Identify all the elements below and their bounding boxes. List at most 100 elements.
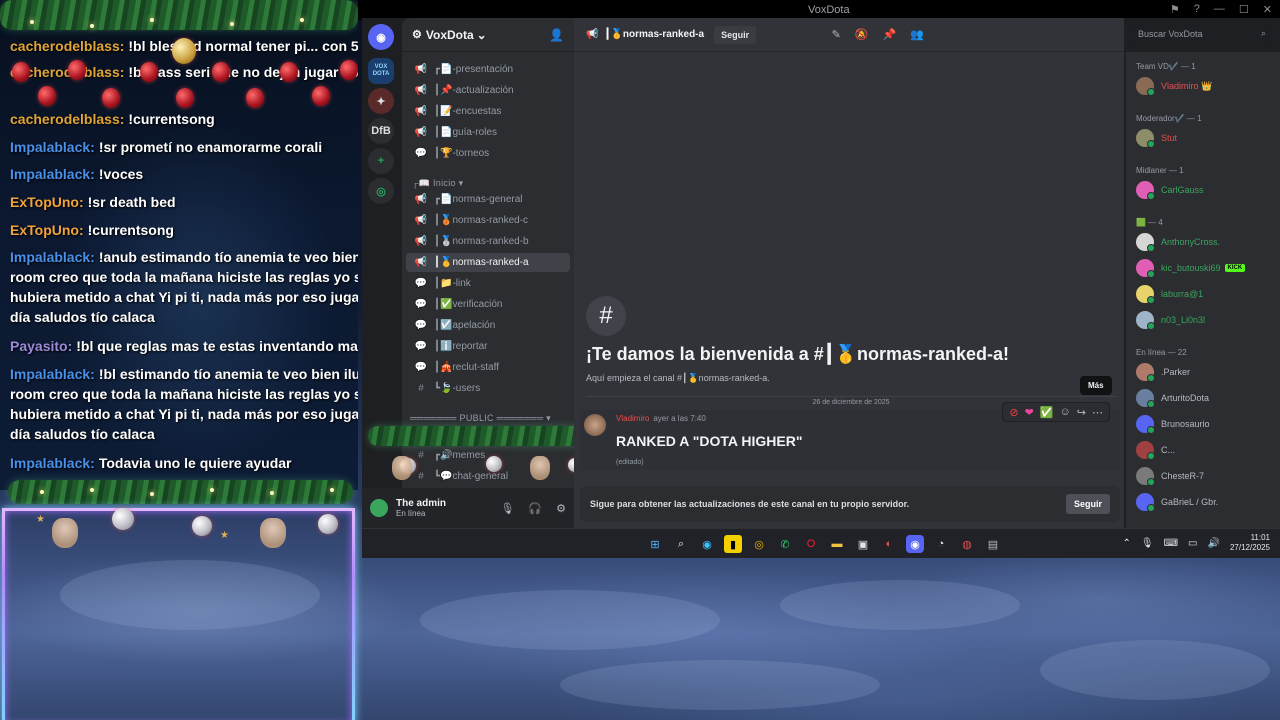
- category-public[interactable]: ═══════ PUBLIC ═══════ ▾: [410, 413, 551, 424]
- avatar[interactable]: [370, 499, 388, 517]
- minimize-icon[interactable]: —: [1214, 3, 1225, 16]
- edge-icon[interactable]: ◉: [698, 535, 716, 553]
- follow-button[interactable]: Seguir: [714, 25, 757, 44]
- channel-verificacion[interactable]: 💬 ┃✅verificación: [406, 295, 570, 314]
- volume-icon[interactable]: 🔊: [1208, 538, 1220, 549]
- ornament-icon: [68, 60, 86, 80]
- file-explorer-icon[interactable]: ▬: [828, 535, 846, 553]
- add-server-icon[interactable]: +: [368, 148, 394, 174]
- angel-icon: [530, 456, 550, 480]
- announcement-icon: 📢: [414, 85, 428, 96]
- channel-normas-ranked-c[interactable]: 📢 ┃🥉normas-ranked-c: [406, 211, 570, 230]
- announcement-icon: 📢: [586, 29, 599, 40]
- block-reaction-icon[interactable]: ⊘: [1009, 406, 1018, 419]
- channel-normas-general[interactable]: 📢 ┏📄normas-general: [406, 190, 570, 209]
- members-icon[interactable]: 👥: [910, 28, 924, 41]
- maximize-icon[interactable]: ☐: [1239, 3, 1249, 16]
- obs-icon[interactable]: ◔: [932, 535, 950, 553]
- store-icon[interactable]: ▣: [854, 535, 872, 553]
- clock[interactable]: 11:01 27/12/2025: [1230, 533, 1270, 553]
- member-item[interactable]: Vladimiro 👑: [1136, 76, 1212, 96]
- channel-guia-roles[interactable]: 📢 ┃📄guía-roles: [406, 123, 570, 142]
- chrome-icon[interactable]: ◎: [750, 535, 768, 553]
- follow-channel-button[interactable]: Seguir: [1065, 494, 1110, 514]
- member-item[interactable]: n03_Li0n3l: [1136, 310, 1205, 330]
- channel-presentacion[interactable]: 📢 ┏📄-presentación: [406, 60, 570, 79]
- member-item[interactable]: Stut: [1136, 128, 1177, 148]
- app-icon[interactable]: ▤: [984, 535, 1002, 553]
- invite-icon[interactable]: 👤: [549, 28, 564, 42]
- hashtag-icon: #: [418, 471, 424, 482]
- help-icon[interactable]: ?: [1194, 3, 1200, 16]
- member-item[interactable]: .Parker: [1136, 362, 1190, 382]
- keyboard-icon[interactable]: ⌨: [1164, 538, 1178, 549]
- chevron-down-icon: ⌄: [476, 27, 487, 42]
- microphone-icon[interactable]: 🎙: [1141, 538, 1154, 549]
- announcement-icon: 📢: [414, 194, 428, 205]
- gear-icon[interactable]: ⚙: [556, 502, 566, 515]
- mute-icon[interactable]: 🔕: [855, 28, 869, 41]
- opera-icon[interactable]: O: [802, 535, 820, 553]
- app-icon[interactable]: ◍: [958, 535, 976, 553]
- channel-actualizacion[interactable]: 📢 ┃📌-actualización: [406, 81, 570, 100]
- channel-reportar[interactable]: 💬 ┃ℹ️reportar: [406, 337, 570, 356]
- channel-apelacion[interactable]: 💬 ┃☑️apelación: [406, 316, 570, 335]
- inbox-icon[interactable]: ⚑: [1170, 3, 1180, 16]
- channel-reclut-staff[interactable]: 💬 ┃🎪reclut-staff: [406, 358, 570, 377]
- start-icon[interactable]: ⊞: [646, 535, 664, 553]
- server-icon[interactable]: ✦: [368, 88, 394, 114]
- kick-badge: KICK: [1224, 264, 1246, 272]
- threads-icon[interactable]: ✎: [832, 28, 841, 41]
- headphones-icon[interactable]: 🎧: [528, 502, 542, 515]
- member-item[interactable]: kic_butouski69 KICK: [1136, 258, 1246, 278]
- server-header[interactable]: ⚙ VoxDota ⌄ 👤: [402, 18, 574, 52]
- close-icon[interactable]: ✕: [1263, 3, 1272, 16]
- member-item[interactable]: C...: [1136, 440, 1175, 460]
- welcome-subtitle: Aquí empieza el canal #┃🥇normas-ranked-a…: [586, 373, 770, 383]
- chat-message: Payasito: !bl que reglas mas te estas inv…: [10, 338, 358, 354]
- sticky-notes-icon[interactable]: ▮: [724, 535, 742, 553]
- garland-decoration: [368, 426, 588, 446]
- member-item[interactable]: CarlGauss: [1136, 180, 1204, 200]
- server-icon-dfb[interactable]: DfB: [368, 118, 394, 144]
- avatar: [1136, 415, 1155, 434]
- member-item[interactable]: GaBrieL / Gbr.: [1136, 492, 1218, 512]
- discover-icon[interactable]: ◎: [368, 178, 394, 204]
- discord-window: ◉ VOX DOTA ✦ DfB + ◎ ⚙ VoxDota ⌄ 👤 📢 ┏📄-pr…: [362, 18, 1280, 528]
- message[interactable]: Vladimiro ayer a las 7:40 RANKED A "DOTA …: [580, 402, 1120, 470]
- ornament-icon: [312, 86, 330, 106]
- app-icon[interactable]: ◐: [880, 535, 898, 553]
- member-item[interactable]: Brunosaurio: [1136, 414, 1210, 434]
- discord-taskbar-icon[interactable]: ◉: [906, 535, 924, 553]
- channel-normas-ranked-a[interactable]: 📢 ┃🥇normas-ranked-a: [406, 253, 570, 272]
- whatsapp-icon[interactable]: ✆: [776, 535, 794, 553]
- category-inicio[interactable]: ┌📖 Inicio ▾: [412, 178, 463, 189]
- avatar: [1136, 389, 1155, 408]
- pin-icon[interactable]: 📌: [883, 28, 897, 41]
- monitor-icon[interactable]: ▭: [1188, 538, 1197, 549]
- microphone-icon[interactable]: 🎙: [500, 502, 514, 515]
- channel-normas-ranked-b[interactable]: 📢 ┃🥈normas-ranked-b: [406, 232, 570, 251]
- channel-link[interactable]: 💬 ┃📁-link: [406, 274, 570, 293]
- server-icon-voxdota[interactable]: VOX DOTA: [368, 58, 394, 84]
- channel-title: ┃🥇normas-ranked-a: [604, 29, 705, 40]
- search-icon[interactable]: ⌕: [672, 535, 690, 553]
- more-options-icon[interactable]: ⋯: [1092, 406, 1103, 419]
- chevron-up-icon[interactable]: ⌃: [1123, 538, 1131, 549]
- forward-icon[interactable]: ↪: [1077, 406, 1086, 419]
- member-item[interactable]: AnthonyCross.: [1136, 232, 1220, 252]
- discord-home-icon[interactable]: ◉: [368, 24, 394, 50]
- announcement-icon: 📢: [414, 127, 428, 138]
- member-item[interactable]: ArturitoDota: [1136, 388, 1209, 408]
- channel-users[interactable]: # ┗🍃-users: [406, 379, 570, 398]
- add-reaction-icon[interactable]: ☺: [1060, 406, 1071, 418]
- member-item[interactable]: ChesteR-7: [1136, 466, 1204, 486]
- heart-reaction-icon[interactable]: ❤: [1025, 406, 1034, 419]
- member-item[interactable]: laburra@1: [1136, 284, 1203, 304]
- channel-torneos[interactable]: 💬 ┃🏆-torneos: [406, 144, 570, 163]
- message-author[interactable]: Vladimiro: [616, 414, 649, 423]
- search-input[interactable]: Buscar VoxDota ⌕: [1132, 26, 1272, 44]
- channel-encuestas[interactable]: 📢 ┃📝-encuestas: [406, 102, 570, 121]
- check-reaction-icon[interactable]: ✅: [1040, 406, 1054, 419]
- avatar[interactable]: [584, 414, 606, 436]
